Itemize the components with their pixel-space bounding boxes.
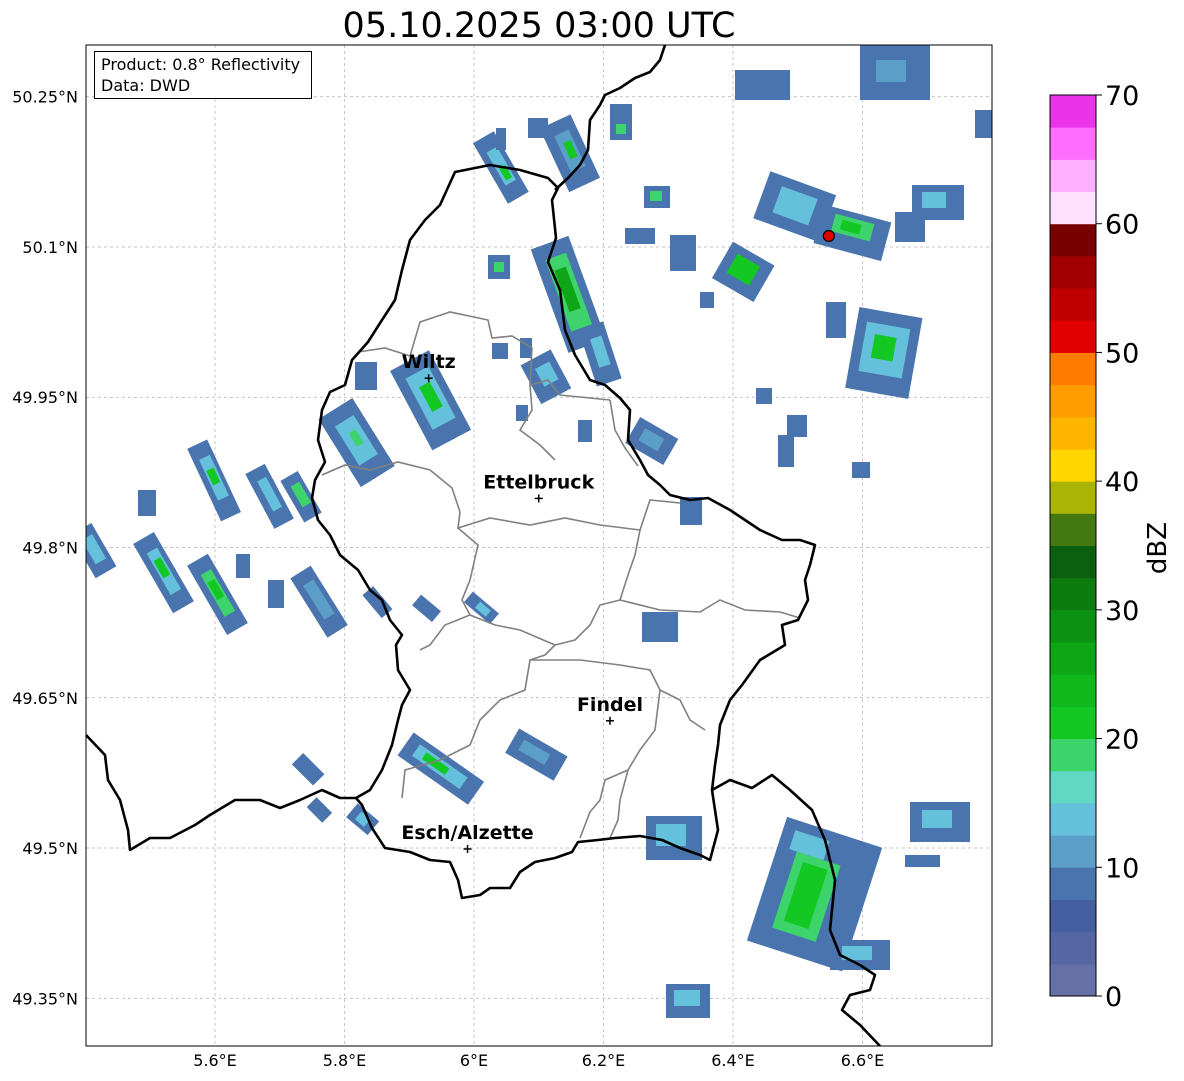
city-label: Findel	[577, 694, 643, 716]
city-label: Ettelbruck	[483, 471, 594, 493]
echo-cell	[778, 435, 794, 467]
colorbar-segment	[1050, 384, 1096, 418]
lon-tick-label: 5.6°E	[193, 1051, 237, 1070]
lon-tick-label: 6°E	[460, 1051, 488, 1070]
info-box: Product: 0.8° Reflectivity Data: DWD	[94, 51, 312, 99]
radar-site-marker	[822, 229, 835, 243]
echo-cell	[922, 192, 946, 208]
info-product: Product: 0.8° Reflectivity	[101, 55, 301, 74]
echo-cell	[492, 343, 508, 359]
colorbar-segment	[1050, 481, 1096, 514]
colorbar-segment	[1050, 674, 1096, 707]
colorbar-segment	[1050, 963, 1096, 997]
colorbar-segment	[1050, 352, 1096, 386]
colorbar-segment	[1050, 609, 1096, 643]
city-label: Wiltz	[402, 351, 456, 373]
colorbar-segment	[1050, 835, 1096, 868]
colorbar-segment	[1050, 577, 1096, 611]
echo-cell	[895, 212, 925, 242]
echo-cell	[787, 415, 807, 437]
colorbar-tick-label: 10	[1105, 853, 1139, 884]
colorbar-segment	[1050, 288, 1096, 321]
colorbar-segment	[1050, 127, 1096, 160]
colorbar-segment	[1050, 223, 1096, 257]
echo-cell	[496, 128, 506, 150]
echo-cell	[138, 490, 156, 516]
colorbar-segment	[1050, 867, 1096, 900]
colorbar-tick-label: 20	[1105, 725, 1139, 756]
colorbar-segment	[1050, 770, 1096, 804]
colorbar-segment	[1050, 448, 1096, 482]
colorbar-segment	[1050, 545, 1096, 579]
colorbar: 0 10 20 30 40 50 60 70	[1049, 81, 1139, 1013]
echo-cell	[528, 118, 548, 138]
radar-map: Wiltz Ettelbruck Findel Esch/Alzette 5.6°E 5…	[12, 44, 1139, 1070]
colorbar-segment	[1050, 320, 1096, 353]
colorbar-segment	[1050, 159, 1096, 193]
colorbar-tick-label: 30	[1105, 596, 1139, 627]
echo-cell	[650, 191, 662, 201]
echo-cell	[578, 420, 592, 442]
echo-cell	[355, 362, 377, 390]
echo-cell	[735, 70, 790, 100]
echo-cell	[876, 60, 906, 82]
colorbar-tick-label: 70	[1105, 81, 1139, 112]
lat-tick-label: 50.25°N	[12, 88, 78, 107]
echo-cell	[826, 302, 846, 338]
lon-tick-label: 6.4°E	[711, 1051, 755, 1070]
colorbar-segment	[1050, 802, 1096, 836]
lat-tick-label: 49.5°N	[22, 839, 78, 858]
colorbar-segment	[1050, 642, 1096, 675]
lat-tick-label: 49.65°N	[12, 689, 78, 708]
echo-cell	[625, 228, 655, 244]
echo-cell	[905, 855, 940, 867]
echo-cell	[674, 990, 700, 1006]
colorbar-segment	[1050, 738, 1096, 772]
lon-tick-label: 5.8°E	[323, 1051, 367, 1070]
city-label: Esch/Alzette	[401, 822, 533, 844]
colorbar-segment	[1050, 706, 1096, 740]
colorbar-tick-label: 40	[1105, 467, 1139, 498]
echo-cell	[700, 292, 714, 308]
echo-cell	[610, 104, 632, 140]
colorbar-segment	[1050, 191, 1096, 225]
echo-cell	[975, 110, 992, 138]
echo-cell	[922, 810, 952, 828]
echo-cell	[268, 580, 284, 608]
lon-tick-label: 6.2°E	[582, 1051, 626, 1070]
colorbar-tick-label: 0	[1105, 982, 1122, 1013]
echo-cell	[616, 124, 626, 134]
colorbar-segment	[1050, 513, 1096, 546]
colorbar-segment	[1050, 95, 1096, 128]
lon-tick-label: 6.6°E	[841, 1051, 885, 1070]
lat-tick-label: 49.8°N	[22, 539, 78, 558]
echo-cell	[680, 497, 702, 525]
lat-tick-label: 50.1°N	[22, 238, 78, 257]
lat-tick-label: 49.95°N	[12, 388, 78, 407]
colorbar-tick-label: 50	[1105, 338, 1139, 369]
echo-cell	[852, 462, 870, 478]
echo-cell	[670, 235, 696, 271]
colorbar-segment	[1050, 899, 1096, 933]
echo-cell	[494, 262, 504, 272]
echo-cell	[756, 388, 772, 404]
echo-cell	[642, 612, 678, 642]
colorbar-segment	[1050, 416, 1096, 450]
colorbar-segment	[1050, 255, 1096, 289]
lat-tick-label: 49.35°N	[12, 989, 78, 1008]
colorbar-segment	[1050, 931, 1096, 965]
info-data-source: Data: DWD	[101, 76, 191, 95]
colorbar-label: dBZ	[1143, 521, 1173, 575]
colorbar-tick-label: 60	[1105, 210, 1139, 241]
echo-cell	[236, 554, 250, 578]
